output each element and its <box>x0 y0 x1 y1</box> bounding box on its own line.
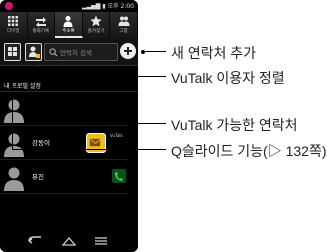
person-silhouette-icon <box>4 99 24 123</box>
qslide-button[interactable] <box>112 169 126 183</box>
search-placeholder: 연락처 검색 <box>60 49 92 57</box>
back-icon[interactable] <box>28 236 42 246</box>
vutalk-sort-button[interactable] <box>25 43 42 61</box>
callout-line <box>12 66 13 149</box>
call-log-icon <box>35 17 46 27</box>
callout-line <box>33 65 34 76</box>
group-icon <box>118 16 130 26</box>
app-tab-bar: 다이얼 통화기록 주소록 즐겨찾기 그룹 <box>0 12 138 38</box>
list-item[interactable]: 뮤진 <box>0 161 128 194</box>
contacts-menu-button[interactable] <box>4 43 21 61</box>
search-icon <box>49 48 58 57</box>
callout-line <box>12 149 166 150</box>
callout-vutalk-sort: VuTalk 이용자 정렬 <box>171 70 285 86</box>
battery-icon: ▮ <box>102 3 106 10</box>
tab-label: 다이얼 <box>7 29 20 34</box>
tab-label: 통화기록 <box>32 29 50 34</box>
tab-call-log[interactable]: 통화기록 <box>28 12 56 38</box>
contact-name: 강동이 <box>32 139 50 147</box>
menu-icon[interactable] <box>94 236 108 246</box>
callout-vutalk-contact: VuTalk 가능한 연락처 <box>171 117 298 133</box>
status-indicators: ▂▃▅▇ ▮ 오후 2:00 <box>82 1 134 10</box>
my-profile-label: 내 프로필 설정 <box>4 83 41 90</box>
add-contact-button[interactable] <box>120 43 136 59</box>
list-item[interactable] <box>0 93 128 126</box>
tab-label: 주소록 <box>62 29 75 34</box>
callout-line <box>108 123 166 124</box>
my-profile-row[interactable]: 내 프로필 설정 <box>0 80 138 92</box>
search-input[interactable]: 연락처 검색 <box>44 43 118 61</box>
callout-line <box>33 76 166 77</box>
tab-label: 즐겨찾기 <box>87 29 105 34</box>
person-silhouette-icon <box>4 133 24 157</box>
tab-groups[interactable]: 그룹 <box>110 12 138 38</box>
list-item[interactable]: 강동이 VuTalk <box>0 127 128 160</box>
lg-logo-icon <box>5 2 13 10</box>
callout-line <box>143 51 166 52</box>
signal-icon: ▂▃▅▇ <box>81 3 101 10</box>
tab-contacts[interactable]: 주소록 <box>55 12 83 38</box>
star-icon <box>90 15 102 27</box>
grid-icon <box>8 47 17 56</box>
contacts-icon <box>63 16 73 27</box>
callout-qslide: Q슬라이드 기능(▷ 132쪽) <box>171 143 327 159</box>
phone-call-icon <box>115 172 123 181</box>
contacts-toolbar: 연락처 검색 <box>0 38 138 66</box>
phone-screen: ▂▃▅▇ ▮ 오후 2:00 다이얼 통화기록 주소록 즐겨찾기 그룹 연락처 … <box>0 0 138 252</box>
vutalk-call-button[interactable] <box>86 133 106 153</box>
tab-label: 그룹 <box>119 29 128 34</box>
person-silhouette-icon <box>4 167 24 191</box>
status-bar: ▂▃▅▇ ▮ 오후 2:00 <box>0 0 138 12</box>
dialpad-icon <box>8 16 19 26</box>
tab-dialer[interactable]: 다이얼 <box>0 12 28 38</box>
home-icon[interactable] <box>62 236 76 246</box>
navigation-bar <box>0 230 138 252</box>
person-sort-icon <box>29 46 40 58</box>
callout-new-contact: 새 연락처 추가 <box>171 45 257 61</box>
status-clock: 오후 2:00 <box>107 3 134 10</box>
contact-name: 뮤진 <box>32 173 44 181</box>
tab-favorites[interactable]: 즐겨찾기 <box>83 12 111 38</box>
vutalk-tag: VuTalk <box>110 133 123 138</box>
